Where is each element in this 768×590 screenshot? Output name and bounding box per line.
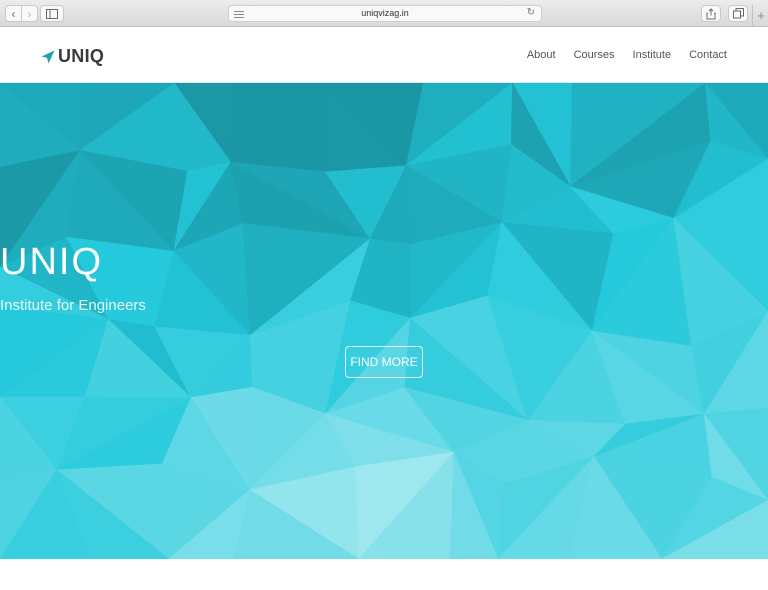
reload-icon[interactable]: ↻ [527,7,535,18]
polygon-background [0,83,768,559]
browser-toolbar: ‹ › uniqvizag.in ↻ + [0,0,768,27]
nav-menu: About Courses Institute Contact [509,49,727,61]
share-button[interactable] [701,5,721,22]
chevron-left-icon: ‹ [11,6,16,21]
hero-section: UNIQ Institute for Engineers FIND MORE [0,83,768,559]
new-tab-button[interactable]: + [752,5,768,26]
forward-button[interactable]: › [21,5,38,22]
back-button[interactable]: ‹ [5,5,22,22]
nav-link-about[interactable]: About [527,49,556,61]
chevron-right-icon: › [27,6,32,21]
plus-icon: + [757,8,765,23]
page-content-below [0,559,768,590]
share-icon [706,7,716,19]
nav-link-contact[interactable]: Contact [689,49,727,61]
hero-subtitle: Institute for Engineers [0,297,146,314]
nav-link-institute[interactable]: Institute [633,49,672,61]
sidebar-toggle-button[interactable] [40,5,64,22]
tabs-icon [732,8,744,19]
nav-link-courses[interactable]: Courses [574,49,615,61]
brand-logo[interactable]: UNIQ [41,46,104,67]
hero-title: UNIQ [0,241,103,283]
address-bar[interactable]: uniqvizag.in ↻ [228,5,542,22]
site-navbar: UNIQ About Courses Institute Contact [0,27,768,83]
brand-name: UNIQ [58,46,105,66]
url-text: uniqvizag.in [361,8,409,18]
find-more-button[interactable]: FIND MORE [345,346,423,378]
tab-overview-button[interactable] [728,5,748,22]
sidebar-icon [46,8,58,19]
paper-plane-icon [41,50,55,63]
